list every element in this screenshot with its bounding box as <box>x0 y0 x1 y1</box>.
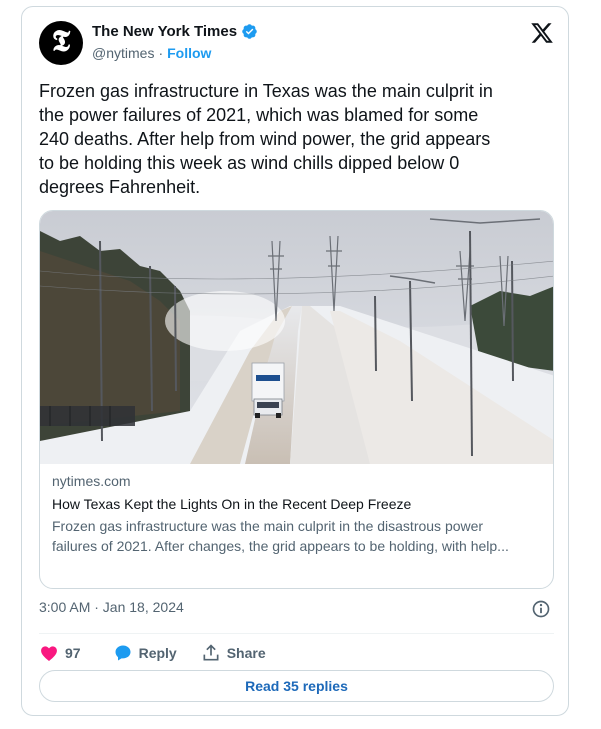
follow-button[interactable]: Follow <box>167 45 211 61</box>
handle-row: @nytimes · Follow <box>92 45 211 61</box>
divider <box>39 633 554 634</box>
tweet-text: Frozen gas infrastructure in Texas was t… <box>39 81 493 197</box>
timestamp[interactable]: 3:00 AM · Jan 18, 2024 <box>39 599 184 615</box>
nyt-logo-glyph: 𝕿 <box>51 24 71 59</box>
author-name-row: The New York Times <box>92 23 258 40</box>
action-bar: 97 Reply Share <box>39 641 266 665</box>
link-description: Frozen gas infrastructure was the main c… <box>52 518 509 554</box>
share-button[interactable]: Share <box>201 643 266 663</box>
read-replies-button[interactable]: Read 35 replies <box>39 670 554 702</box>
article-photo <box>40 211 553 464</box>
like-button[interactable]: 97 <box>39 643 81 663</box>
reply-label: Reply <box>138 645 177 661</box>
avatar[interactable]: 𝕿 <box>39 21 83 65</box>
link-preview-card[interactable]: nytimes.com How Texas Kept the Lights On… <box>39 210 554 589</box>
share-icon <box>203 644 219 661</box>
tweet-card: 𝕿 The New York Times @nytimes · Follow Fro… <box>21 6 569 716</box>
reply-button[interactable]: Reply <box>113 643 177 663</box>
link-title: How Texas Kept the Lights On in the Rece… <box>52 496 412 512</box>
author-name[interactable]: The New York Times <box>92 23 237 40</box>
info-icon[interactable] <box>531 599 551 619</box>
reply-bubble-icon <box>115 645 131 661</box>
link-card-text: nytimes.com How Texas Kept the Lights On… <box>52 471 542 556</box>
x-logo-icon[interactable] <box>530 21 554 45</box>
separator-dot: · <box>158 45 164 61</box>
share-label: Share <box>226 645 266 661</box>
heart-icon <box>41 646 57 661</box>
like-count: 97 <box>65 645 81 661</box>
author-handle[interactable]: @nytimes <box>92 45 154 61</box>
verified-badge-icon <box>242 24 257 39</box>
link-domain: nytimes.com <box>52 473 131 489</box>
